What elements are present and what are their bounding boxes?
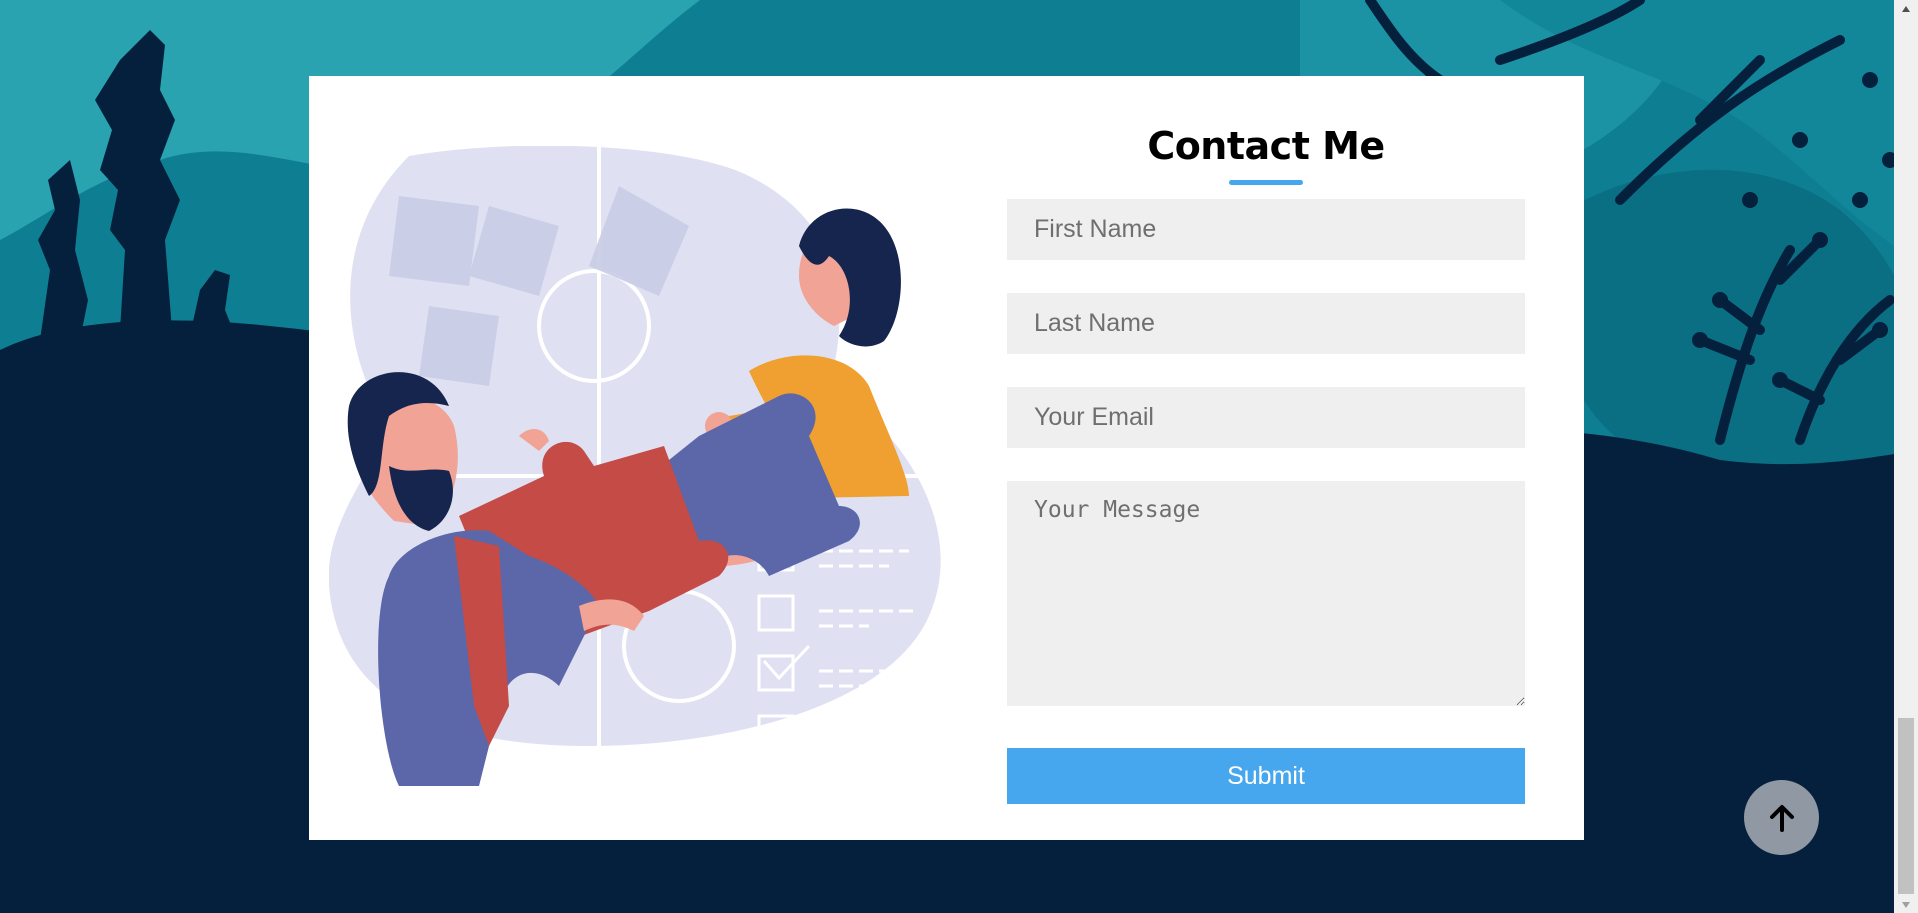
submit-button[interactable]: Submit [1007,748,1525,804]
contact-page: Contact Me Submit [0,0,1918,913]
contact-card: Contact Me Submit [309,76,1584,840]
scrollbar-up-button[interactable] [1894,0,1918,17]
message-textarea[interactable] [1007,481,1525,706]
first-name-input[interactable] [1007,199,1525,260]
arrow-up-icon [1769,804,1794,832]
contact-form: Contact Me Submit [1007,76,1525,804]
teamwork-puzzle-illustration [329,146,941,786]
scrollbar-down-button[interactable] [1894,896,1918,913]
scrollbar-thumb[interactable] [1898,718,1914,894]
last-name-input[interactable] [1007,293,1525,354]
contact-title: Contact Me [1147,124,1385,168]
title-underline [1229,180,1303,185]
email-input[interactable] [1007,387,1525,448]
triangle-up-icon [1902,5,1910,12]
triangle-down-icon [1902,901,1910,908]
scroll-to-top-button[interactable] [1744,780,1819,855]
page-scrollbar[interactable] [1894,0,1918,913]
